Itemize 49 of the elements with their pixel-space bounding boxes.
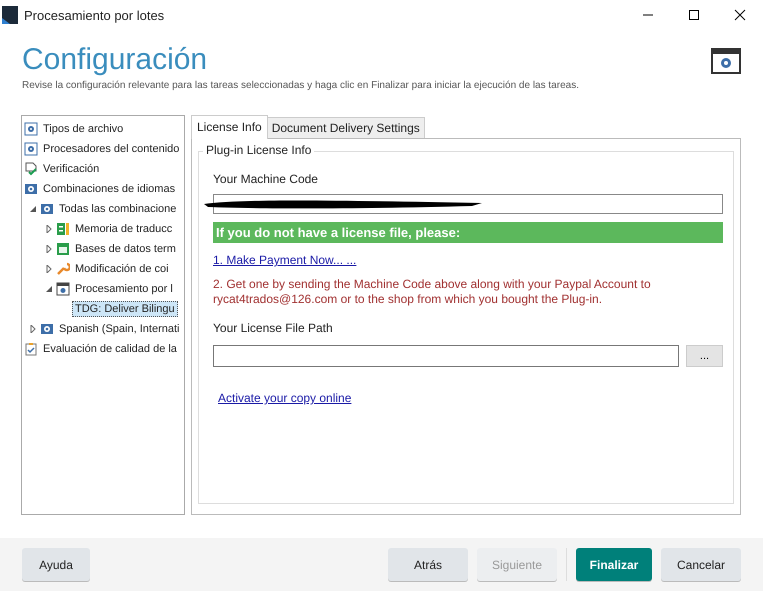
browse-button[interactable]: ... <box>686 345 723 367</box>
field-label: Your Machine Code <box>213 172 319 186</box>
expand-icon[interactable] <box>45 245 53 253</box>
payment-link[interactable]: 1. Make Payment Now... ... <box>213 253 356 267</box>
clipboard-icon <box>24 342 38 356</box>
footer-button[interactable]: Cancelar <box>661 548 741 581</box>
memory-icon <box>56 222 70 236</box>
tree-item[interactable]: Bases de datos term <box>73 242 178 256</box>
tree-item[interactable]: Procesamiento por l <box>73 282 175 296</box>
group-title: Plug-in License Info <box>203 143 314 157</box>
tree-item[interactable]: Tipos de archivo <box>41 122 126 136</box>
gear-document-icon <box>24 122 38 136</box>
page-subtitle: Revise la configuración relevante para las tareas seleccionadas y haga clic en Finalizar para iniciar la ejecución de las tareas. <box>22 80 580 91</box>
collapse-icon[interactable] <box>29 205 37 213</box>
checked-document-icon <box>24 162 38 176</box>
tab[interactable]: License Info <box>191 115 268 139</box>
termbase-icon <box>56 242 70 256</box>
expand-icon[interactable] <box>45 265 53 273</box>
footer-button[interactable]: Atrás <box>388 548 468 581</box>
tree-item[interactable]: Evaluación de calidad de la <box>41 342 179 356</box>
instructions-text: 2. Get one by sending the Machine Code above along with your Paypal Account to rycat4trados@126.com or to the shop from which you bought the Plug-in. <box>213 277 652 307</box>
tree-item[interactable]: Modificación de coi <box>73 262 171 276</box>
expand-icon[interactable] <box>29 325 37 333</box>
license-path-field[interactable] <box>213 345 679 367</box>
tree-item[interactable]: Spanish (Spain, Internati <box>57 322 182 336</box>
window-title: Procesamiento por lotes <box>24 8 166 22</box>
globe-icon <box>24 182 38 196</box>
gear-document-icon <box>24 142 38 156</box>
wrench-icon <box>56 262 70 276</box>
field-label: Your License File Path <box>213 321 334 335</box>
settings-window-icon <box>711 48 741 74</box>
globe-icon <box>40 202 54 216</box>
tree-item[interactable]: Memoria de traducc <box>73 222 174 236</box>
app-logo-icon <box>2 6 18 24</box>
expand-icon[interactable] <box>45 225 53 233</box>
activate-link[interactable]: Activate your copy online <box>218 391 352 405</box>
footer-button[interactable]: Ayuda <box>22 548 90 581</box>
footer-button[interactable]: Finalizar <box>576 548 652 581</box>
tree-item[interactable]: TDG: Deliver Bilingu <box>72 301 178 317</box>
tree-item[interactable]: Verificación <box>41 162 102 176</box>
collapse-icon[interactable] <box>45 285 53 293</box>
tree-item[interactable]: Combinaciones de idiomas <box>41 182 178 196</box>
globe-icon <box>40 322 54 336</box>
tree-item[interactable]: Procesadores del contenido <box>41 142 182 156</box>
gear-window-icon <box>56 282 70 296</box>
tree-item[interactable]: Todas las combinacione <box>57 202 178 216</box>
notice-banner: If you do not have a license file, please: <box>213 222 723 243</box>
tab[interactable]: Document Delivery Settings <box>266 117 425 138</box>
page-title: Configuración <box>22 42 208 78</box>
